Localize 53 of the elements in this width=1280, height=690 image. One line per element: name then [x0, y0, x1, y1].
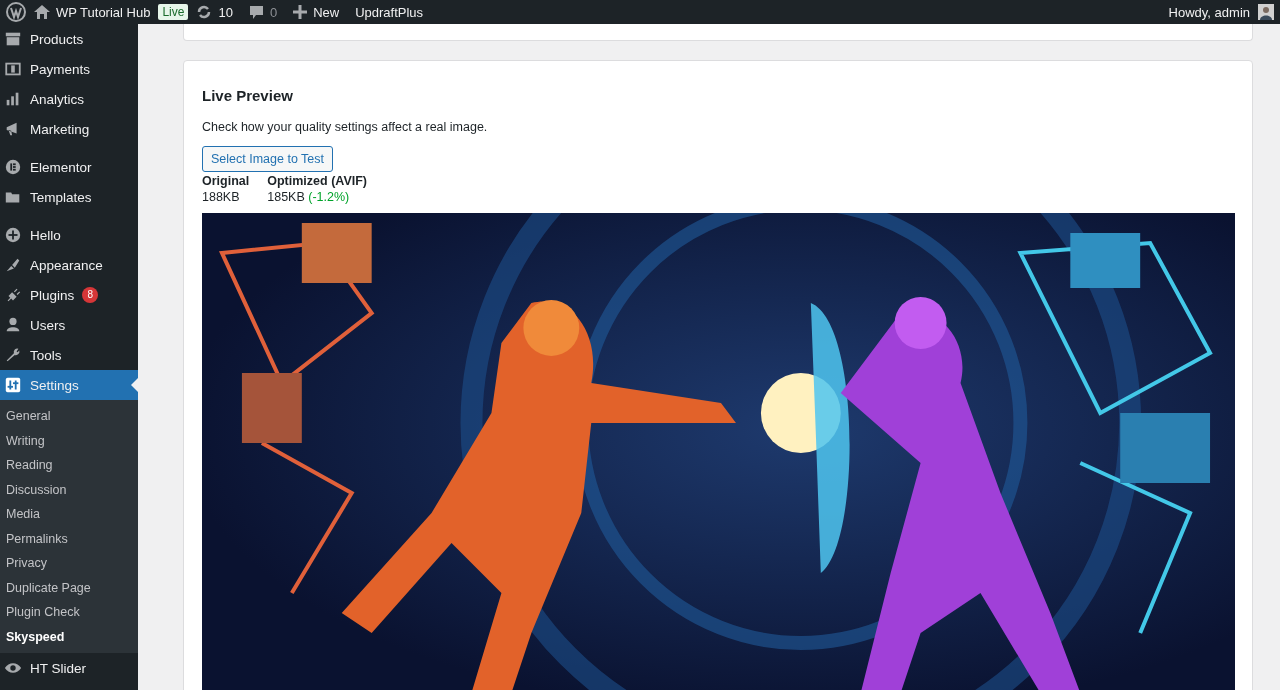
- submenu-item[interactable]: Writing: [0, 428, 138, 453]
- sidebar-item[interactable]: Marketing: [0, 114, 138, 144]
- sidebar-item[interactable]: Appearance: [0, 250, 138, 280]
- sidebar-item[interactable]: Tools: [0, 340, 138, 370]
- refresh-icon: [196, 4, 213, 20]
- plus-circle-icon: [4, 226, 22, 244]
- sidebar-item[interactable]: Elementor: [0, 152, 138, 182]
- submenu-item[interactable]: Media: [0, 502, 138, 527]
- user-icon: [4, 316, 22, 334]
- new-link[interactable]: New: [313, 4, 340, 20]
- live-badge: Live: [158, 4, 189, 20]
- section-description: Check how your quality settings affect a real image.: [202, 120, 489, 134]
- plus-icon: [293, 5, 308, 19]
- sidebar-item[interactable]: Templates: [0, 182, 138, 212]
- sidebar-item[interactable]: Users: [0, 310, 138, 340]
- count-badge: 8: [82, 287, 99, 303]
- sliders-icon: [4, 376, 22, 394]
- avatar-icon[interactable]: [1258, 4, 1274, 20]
- account-link[interactable]: Howdy, admin: [1160, 0, 1258, 24]
- current-pointer-icon: [131, 378, 138, 392]
- submenu-item[interactable]: Discussion: [0, 477, 138, 502]
- comment-icon: [248, 4, 264, 20]
- submenu-item[interactable]: Plugin Check: [0, 600, 138, 625]
- updates-count[interactable]: 10: [218, 4, 233, 20]
- home-icon: [34, 5, 50, 19]
- sidebar-item[interactable]: Settings: [0, 370, 138, 400]
- sidebar-item[interactable]: Plugins 8: [0, 280, 138, 310]
- submenu-item[interactable]: Reading: [0, 453, 138, 478]
- size-change: (-1.2%): [308, 190, 350, 204]
- select-image-button[interactable]: Select Image to Test: [202, 146, 334, 172]
- comments-count[interactable]: 0: [269, 4, 278, 20]
- stat-value: 188KB: [202, 190, 240, 204]
- sidebar-item[interactable]: Products: [0, 24, 138, 54]
- submenu-item[interactable]: General: [0, 404, 138, 429]
- sidebar-item[interactable]: Hello: [0, 220, 138, 250]
- submenu-item[interactable]: Permalinks: [0, 526, 138, 551]
- sidebar-item[interactable]: Analytics: [0, 84, 138, 114]
- submenu-item[interactable]: Skyspeed: [0, 624, 138, 649]
- site-name-link[interactable]: WP Tutorial Hub: [56, 4, 151, 20]
- updraftplus-link[interactable]: UpdraftPlus: [347, 0, 432, 24]
- wrench-icon: [4, 346, 22, 364]
- stat-label: Original: [202, 173, 250, 189]
- sidebar-item[interactable]: Payments: [0, 54, 138, 84]
- submenu-item[interactable]: Privacy: [0, 551, 138, 576]
- stat-label: Optimized (AVIF): [267, 173, 367, 189]
- submenu-item[interactable]: Duplicate Page: [0, 575, 138, 600]
- elementor-icon: [4, 158, 22, 176]
- box-icon: [4, 30, 22, 48]
- brush-icon: [4, 256, 22, 274]
- wordpress-logo-icon[interactable]: [6, 2, 26, 22]
- sidebar-item[interactable]: HT Slider: [0, 653, 138, 683]
- stat-value: 185KB: [267, 190, 305, 204]
- section-title: Live Preview: [202, 86, 294, 106]
